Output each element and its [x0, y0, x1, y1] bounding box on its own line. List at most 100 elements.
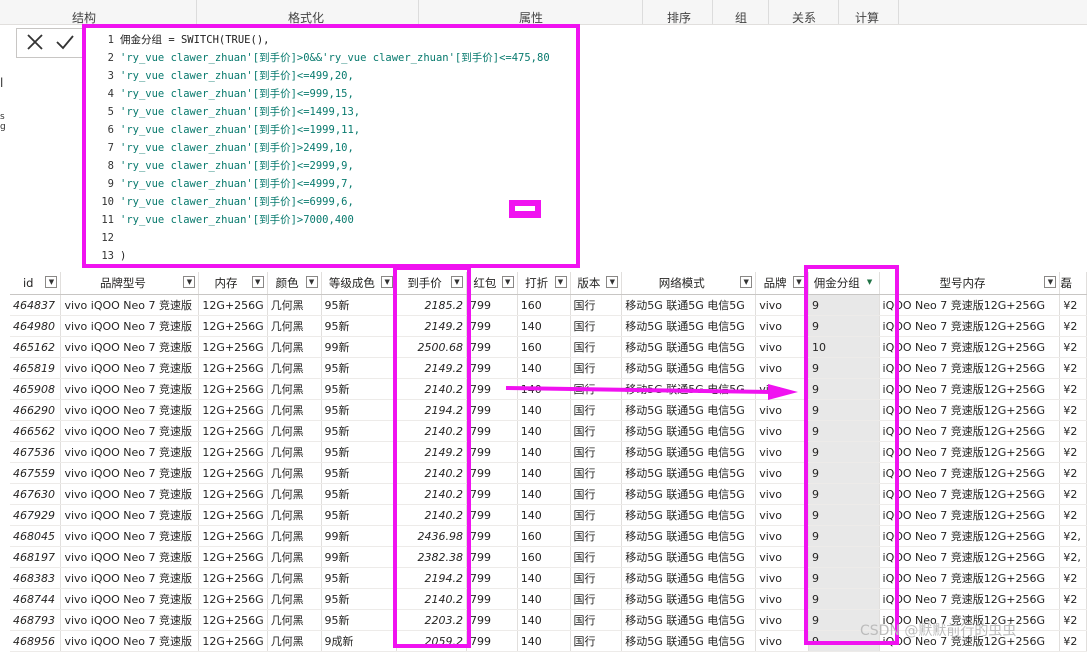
table-cell: 799	[466, 609, 518, 631]
ribbon-group-properties[interactable]: 属性	[519, 9, 543, 26]
filter-dropdown-icon[interactable]: ▼	[501, 276, 514, 288]
table-cell: 95新	[321, 315, 398, 337]
table-row[interactable]: 464980 vivo iQOO Neo 7 竞速版 12G+256G 几何黑 95新 2…	[10, 315, 1087, 337]
column-header[interactable]: 打折 ▼	[517, 272, 571, 295]
filter-dropdown-icon[interactable]: ▼	[45, 276, 58, 288]
table-cell: 12G+256G	[198, 630, 268, 652]
table-row[interactable]: 467630 vivo iQOO Neo 7 竞速版 12G+256G 几何黑 95新 2…	[10, 483, 1087, 505]
table-cell: ¥2	[1059, 357, 1087, 379]
table-cell: 移动5G 联通5G 电信5G	[621, 336, 757, 358]
column-header-label: 型号内存	[939, 276, 986, 290]
column-header[interactable]: id ▼	[10, 272, 62, 295]
table-cell: vivo	[755, 609, 809, 631]
table-cell: 移动5G 联通5G 电信5G	[621, 462, 757, 484]
table-row[interactable]: 466562 vivo iQOO Neo 7 竞速版 12G+256G 几何黑 95新 2…	[10, 420, 1087, 442]
filter-dropdown-icon[interactable]: ▼	[1044, 276, 1057, 288]
filter-dropdown-icon[interactable]: ▼	[183, 276, 196, 288]
column-header[interactable]: 到手价 ▼	[396, 272, 467, 295]
table-cell: 95新	[321, 588, 398, 610]
table-cell: iQOO Neo 7 竞速版12G+256G	[879, 483, 1061, 505]
table-row[interactable]: 468197 vivo iQOO Neo 7 竞速版 12G+256G 几何黑 99新 2…	[10, 546, 1087, 568]
column-header-label: id	[22, 276, 34, 290]
table-cell: vivo iQOO Neo 7 竞速版	[60, 609, 200, 631]
filter-dropdown-icon[interactable]: ▼	[606, 276, 619, 288]
filter-dropdown-icon[interactable]: ▼	[863, 276, 876, 288]
table-cell: vivo iQOO Neo 7 竞速版	[60, 336, 200, 358]
table-cell: vivo iQOO Neo 7 竞速版	[60, 399, 200, 421]
table-row[interactable]: 467929 vivo iQOO Neo 7 竞速版 12G+256G 几何黑 95新 2…	[10, 504, 1087, 526]
table-cell: iQOO Neo 7 竞速版12G+256G	[879, 336, 1061, 358]
column-header[interactable]: 等级成色 ▼	[321, 272, 398, 295]
code-text: 'ry_vue clawer_zhuan'[到手价]>2499,10,	[120, 142, 354, 154]
table-cell: 2500.68	[396, 336, 467, 358]
table-cell: 9	[808, 462, 880, 484]
table-cell: 移动5G 联通5G 电信5G	[621, 567, 757, 589]
column-header[interactable]: 网络模式 ▼	[621, 272, 757, 295]
column-header[interactable]: 型号内存 ▼	[879, 272, 1061, 295]
column-header[interactable]: 佣金分组 ▼	[808, 272, 880, 295]
left-pane-glyph: l	[0, 76, 4, 90]
column-header[interactable]: 品牌型号 ▼	[60, 272, 200, 295]
ribbon-group-calculations[interactable]: 计算	[855, 9, 879, 26]
table-cell: 国行	[570, 588, 623, 610]
table-row[interactable]: 465819 vivo iQOO Neo 7 竞速版 12G+256G 几何黑 95新 2…	[10, 357, 1087, 379]
table-cell: 799	[466, 630, 518, 652]
filter-dropdown-icon[interactable]: ▼	[251, 276, 264, 288]
table-row[interactable]: 468744 vivo iQOO Neo 7 竞速版 12G+256G 几何黑 95新 2…	[10, 588, 1087, 610]
table-cell: 国行	[570, 294, 623, 316]
table-cell: 移动5G 联通5G 电信5G	[621, 609, 757, 631]
table-cell: ¥2	[1059, 336, 1087, 358]
filter-dropdown-icon[interactable]: ▼	[381, 276, 394, 288]
table-cell: 2436.98	[396, 525, 467, 547]
table-cell: vivo iQOO Neo 7 竞速版	[60, 378, 200, 400]
table-row[interactable]: 466290 vivo iQOO Neo 7 竞速版 12G+256G 几何黑 95新 2…	[10, 399, 1087, 421]
column-header[interactable]: 磊	[1059, 272, 1087, 295]
table-cell: vivo	[755, 462, 809, 484]
filter-dropdown-icon[interactable]: ▼	[554, 276, 567, 288]
table-cell: 10	[808, 336, 880, 358]
table-row[interactable]: 468045 vivo iQOO Neo 7 竞速版 12G+256G 几何黑 99新 2…	[10, 525, 1087, 547]
check-icon[interactable]	[55, 32, 75, 56]
table-cell: iQOO Neo 7 竞速版12G+256G	[879, 420, 1061, 442]
close-icon[interactable]	[25, 32, 45, 56]
column-header[interactable]: 红包 ▼	[466, 272, 518, 295]
table-cell: vivo	[755, 441, 809, 463]
ribbon-group-groups[interactable]: 组	[735, 9, 747, 26]
filter-dropdown-icon[interactable]: ▼	[792, 276, 805, 288]
table-row[interactable]: 464837 vivo iQOO Neo 7 竞速版 12G+256G 几何黑 95新 2…	[10, 294, 1087, 316]
table-cell: 12G+256G	[198, 420, 268, 442]
filter-dropdown-icon[interactable]: ▼	[450, 276, 463, 288]
filter-dropdown-icon[interactable]: ▼	[305, 276, 318, 288]
table-row[interactable]: 467536 vivo iQOO Neo 7 竞速版 12G+256G 几何黑 95新 2…	[10, 441, 1087, 463]
code-text: 'ry_vue clawer_zhuan'[到手价]<=4999,7,	[120, 178, 354, 190]
column-header[interactable]: 颜色 ▼	[267, 272, 322, 295]
table-row[interactable]: 467559 vivo iQOO Neo 7 竞速版 12G+256G 几何黑 95新 2…	[10, 462, 1087, 484]
code-text: 'ry_vue clawer_zhuan'[到手价]<=6999,6,	[120, 196, 354, 208]
table-cell: 12G+256G	[198, 294, 268, 316]
ribbon-group-relationships[interactable]: 关系	[792, 9, 816, 26]
ribbon-group-sort[interactable]: 排序	[667, 9, 691, 26]
table-cell: 移动5G 联通5G 电信5G	[621, 315, 757, 337]
column-header[interactable]: 版本 ▼	[570, 272, 623, 295]
table-cell: 9成新	[321, 630, 398, 652]
ribbon-group-formatting[interactable]: 格式化	[288, 9, 324, 26]
table-cell: 移动5G 联通5G 电信5G	[621, 420, 757, 442]
table-cell: 几何黑	[267, 336, 322, 358]
table-cell: 几何黑	[267, 441, 322, 463]
filter-dropdown-icon[interactable]: ▼	[740, 276, 753, 288]
table-cell: 799	[466, 588, 518, 610]
table-cell: 160	[517, 525, 571, 547]
dax-formula-editor[interactable]: 1 佣金分组 = SWITCH(TRUE(), 2 'ry_vue clawer_zh…	[92, 31, 576, 263]
column-header[interactable]: 内存 ▼	[198, 272, 268, 295]
table-cell: 799	[466, 357, 518, 379]
table-cell: 799	[466, 525, 518, 547]
code-line: 9 'ry_vue clawer_zhuan'[到手价]<=4999,7,	[92, 175, 354, 193]
ribbon-group-structure[interactable]: 结构	[72, 9, 96, 26]
column-header[interactable]: 品牌 ▼	[755, 272, 809, 295]
table-cell: iQOO Neo 7 竞速版12G+256G	[879, 315, 1061, 337]
table-cell: 468197	[10, 546, 62, 568]
table-cell: 12G+256G	[198, 357, 268, 379]
table-row[interactable]: 468383 vivo iQOO Neo 7 竞速版 12G+256G 几何黑 95新 2…	[10, 567, 1087, 589]
table-row[interactable]: 465162 vivo iQOO Neo 7 竞速版 12G+256G 几何黑 99新 2…	[10, 336, 1087, 358]
table-cell: 799	[466, 420, 518, 442]
